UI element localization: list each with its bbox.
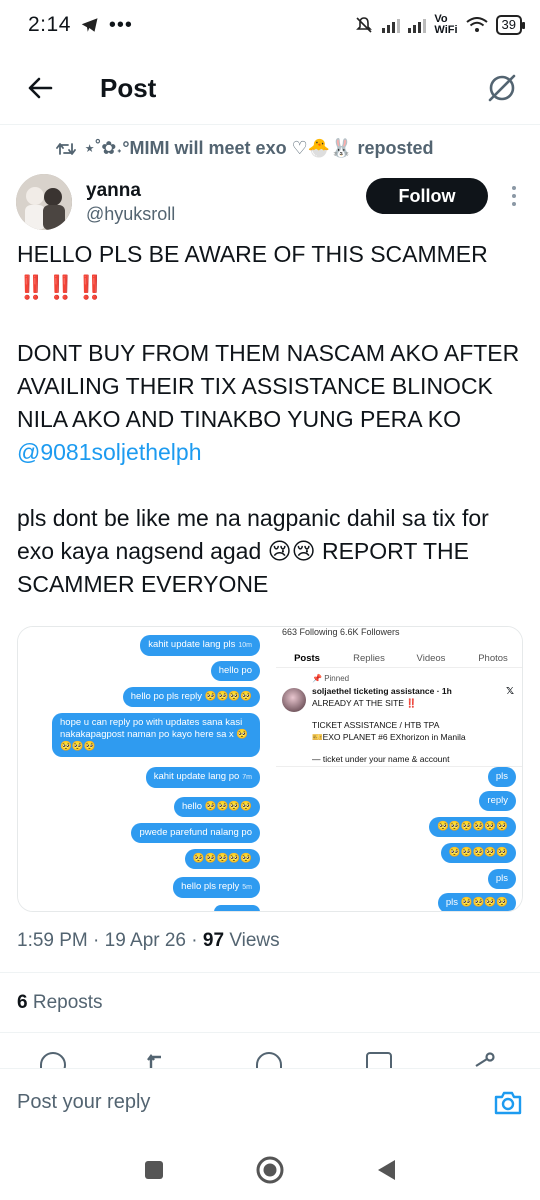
- post-meta: 1:59 PM · 19 Apr 26 · 97 Views: [17, 930, 280, 951]
- repost-action-icon[interactable]: [146, 1052, 172, 1068]
- camera-icon[interactable]: [493, 1088, 523, 1118]
- tweet-paragraph-3: pls dont be like me na nagpanic dahil sa…: [17, 505, 489, 597]
- media-image-right[interactable]: 663 Following 6.6K Followers Posts Repli…: [276, 627, 522, 911]
- repost-banner[interactable]: ⋆˚✿˖°MIMI will meet exo ♡🐣🐰 reposted: [56, 138, 434, 159]
- author-username[interactable]: @hyuksroll: [86, 204, 175, 225]
- meta-divider: [0, 972, 540, 973]
- page-title: Post: [100, 72, 157, 103]
- signal-icon-2: [408, 17, 427, 33]
- tweet-line-1: HELLO PLS BE AWARE OF THIS SCAMMER: [17, 241, 488, 267]
- author-display-name[interactable]: yanna: [86, 180, 175, 202]
- reply-input[interactable]: Post your reply: [17, 1091, 150, 1114]
- repost-banner-text: ⋆˚✿˖°MIMI will meet exo ♡🐣🐰 reposted: [84, 138, 434, 158]
- share-icon[interactable]: [470, 1052, 496, 1068]
- grok-icon[interactable]: [484, 70, 520, 106]
- post-time: 1:59 PM: [17, 930, 88, 951]
- dm-bubble: reply: [479, 791, 516, 811]
- views-count[interactable]: 97: [203, 930, 224, 951]
- dm-bubble-partial: [214, 905, 260, 911]
- x-logo-icon: 𝕏: [505, 686, 514, 697]
- post-date: 19 Apr 26: [104, 930, 186, 951]
- tweet-line-1-emoji: ‼️‼️‼️: [17, 274, 106, 300]
- vowifi-icon: Vo WiFi: [434, 13, 458, 36]
- wifi-icon: [465, 17, 488, 32]
- back-nav-button[interactable]: [375, 1158, 397, 1182]
- mention-link[interactable]: @9081soljethelph: [17, 439, 201, 465]
- tweet-media[interactable]: kahit update lang pls 10m hello po hello …: [17, 626, 523, 912]
- media-image-left[interactable]: kahit update lang pls 10m hello po hello …: [18, 627, 274, 911]
- system-nav-bar: [0, 1140, 540, 1200]
- reply-icon[interactable]: [40, 1052, 66, 1068]
- recents-button[interactable]: [143, 1159, 165, 1181]
- signal-icon: [382, 17, 401, 33]
- profile-stats: 663 Following 6.6K Followers: [282, 627, 400, 637]
- arrow-left-icon: [28, 77, 53, 99]
- dm-bubble: kahit update lang po 7m: [145, 767, 260, 788]
- card-avatar: [282, 688, 306, 712]
- dm-bubble: hope u can reply po with updates sana ka…: [52, 713, 260, 757]
- dm-bubble: pwede parefund nalang po: [131, 823, 260, 843]
- views-label[interactable]: Views: [229, 930, 279, 951]
- dm-bubble: hello 🥺🥺🥺🥺: [173, 797, 260, 817]
- dm-bubble: pls: [487, 869, 516, 889]
- top-app-bar: Post: [0, 58, 540, 118]
- tweet-text: HELLO PLS BE AWARE OF THIS SCAMMER ‼️‼️‼…: [17, 238, 527, 601]
- home-button[interactable]: [255, 1155, 285, 1185]
- bookmark-icon[interactable]: [366, 1052, 392, 1068]
- avatar[interactable]: [16, 174, 72, 230]
- dm-bubble: hello po: [210, 661, 260, 681]
- telegram-icon: [81, 18, 98, 32]
- dm-bubble: 🥺🥺🥺🥺🥺: [440, 843, 516, 863]
- more-notifications-icon: •••: [108, 13, 133, 36]
- card-name: soljaethel ticketing assistance · 1h: [312, 686, 452, 696]
- repost-icon: [56, 142, 76, 155]
- dm-bubble: kahit update lang pls 10m: [140, 635, 260, 656]
- author-row: yanna @hyuksroll Follow: [16, 172, 526, 232]
- header-divider: [0, 124, 540, 125]
- battery-icon: 39: [495, 15, 526, 35]
- card-line: 🎫EXO PLANET #6 EXhorizon in Manila: [312, 732, 466, 742]
- card-line: ALREADY AT THE SITE ‼️: [312, 698, 417, 708]
- dm-bubble: 🥺🥺🥺🥺🥺: [184, 849, 260, 869]
- card-line: TICKET ASSISTANCE / HTB TPA: [312, 720, 440, 730]
- reposts-count: 6: [17, 992, 28, 1013]
- avatar-photo: [16, 174, 72, 230]
- reposts-divider: [0, 1032, 540, 1033]
- pinned-post-card: 📌 Pinned soljaethel ticketing assistance…: [276, 667, 522, 767]
- dm-bubble: hello pls reply 5m: [173, 877, 260, 898]
- tweet-paragraph-2: DONT BUY FROM THEM NASCAM AKO AFTER AVAI…: [17, 340, 520, 465]
- mute-icon: [356, 17, 373, 33]
- follow-button[interactable]: Follow: [366, 178, 488, 214]
- action-bar: [0, 1050, 540, 1068]
- pinned-label: 📌 Pinned: [312, 674, 350, 683]
- card-line: — ticket under your name & account: [312, 754, 450, 764]
- more-options-button[interactable]: [502, 186, 526, 206]
- status-bar: 2:14 ••• Vo WiFi 39: [0, 0, 540, 50]
- reply-bar: Post your reply: [0, 1068, 540, 1136]
- dm-bubble: hello po pls reply 🥺🥺🥺🥺: [122, 687, 260, 707]
- reposts-stat[interactable]: 6 Reposts: [17, 992, 103, 1014]
- reposts-label: Reposts: [32, 992, 103, 1013]
- like-icon[interactable]: [256, 1052, 282, 1068]
- dm-bubble: pls: [487, 767, 516, 787]
- dm-bubble: 🥺🥺🥺🥺🥺🥺: [429, 817, 516, 837]
- back-button[interactable]: [20, 68, 60, 108]
- dm-bubble: pls 🥺🥺🥺🥺: [437, 893, 516, 911]
- status-time: 2:14: [28, 13, 71, 36]
